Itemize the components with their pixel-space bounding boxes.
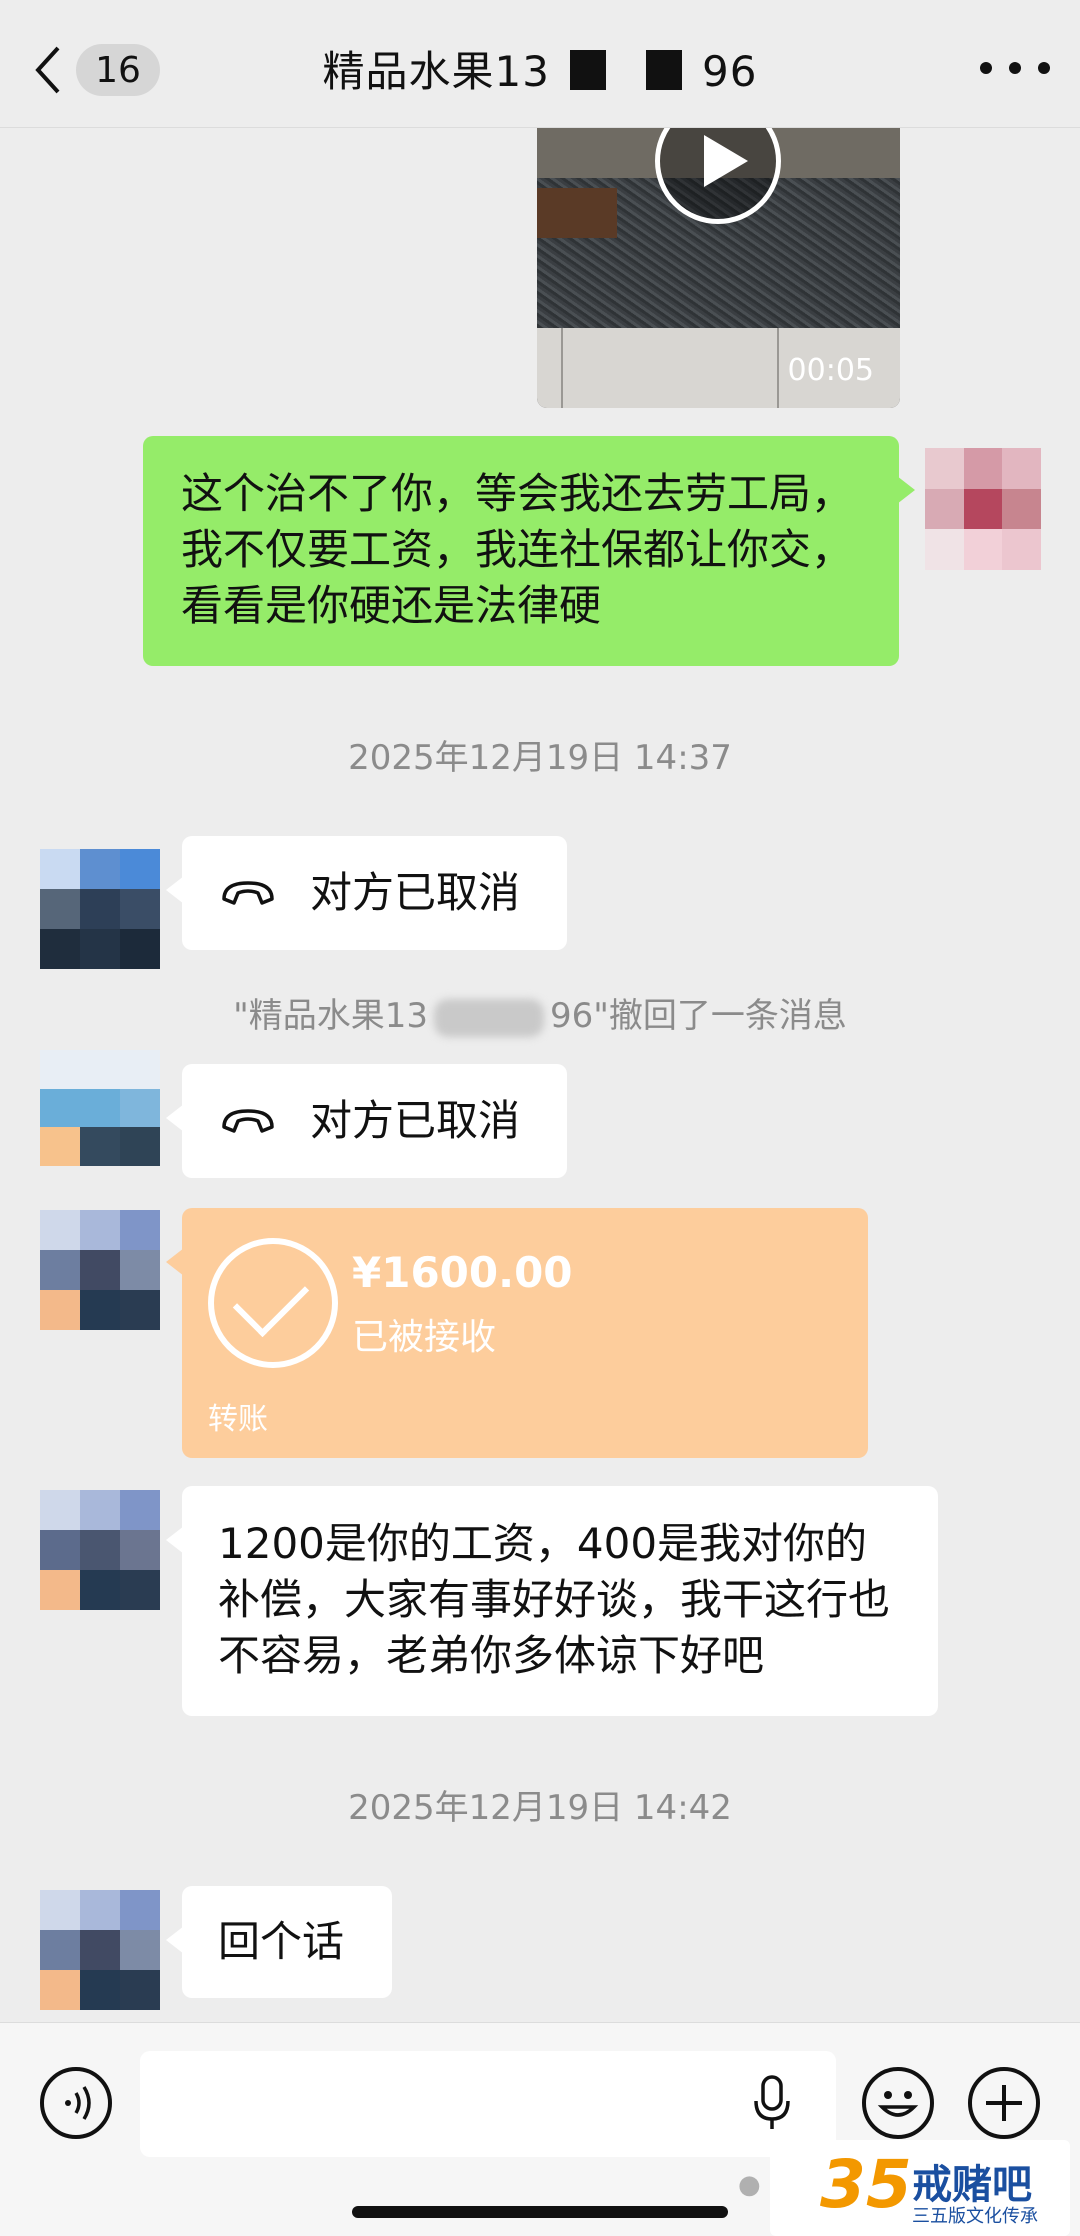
sent-message-bubble[interactable]: 这个治不了你，等会我还去劳工局，我不仅要工资，我连社保都让你交，看看是你硬还是法…: [143, 436, 915, 666]
more-options-button[interactable]: [980, 48, 1050, 88]
contact-avatar[interactable]: [40, 1050, 160, 1166]
blurred-text: [434, 999, 544, 1037]
transfer-amount: ¥1600.00: [352, 1248, 573, 1297]
more-dot: [1038, 62, 1050, 74]
home-indicator[interactable]: [352, 2206, 728, 2218]
smile-icon: [877, 2091, 919, 2117]
chat-title: 精品水果13 96: [0, 38, 1080, 99]
recall-text-left: "精品水果13: [233, 996, 428, 1036]
call-status-text: 对方已取消: [310, 1096, 521, 1145]
contact-avatar[interactable]: [40, 1890, 160, 2010]
transfer-label: 转账: [208, 1402, 268, 1437]
wechat-icon: ●: [738, 2170, 761, 2200]
checkmark-icon: [208, 1238, 338, 1368]
transfer-card[interactable]: ¥1600.00 已被接收 转账: [166, 1208, 868, 1458]
received-message-bubble[interactable]: 1200是你的工资，400是我对你的补偿，大家有事好好谈，我干这行也不容易，老弟…: [166, 1486, 938, 1716]
received-message-bubble[interactable]: 回个话: [166, 1886, 392, 1998]
watermark-number: 35: [820, 2146, 912, 2223]
microphone-icon[interactable]: [752, 2073, 792, 2133]
transfer-status: 已被接收: [352, 1317, 497, 1358]
more-dot: [1009, 62, 1021, 74]
more-dot: [980, 62, 992, 74]
add-more-button[interactable]: [968, 2067, 1040, 2139]
received-message-text: 1200是你的工资，400是我对你的补偿，大家有事好好谈，我干这行也不容易，老弟…: [218, 1519, 891, 1680]
redaction-block: [570, 50, 606, 90]
timestamp: 2025年12月19日 14:42: [348, 1788, 732, 1828]
phone-hangup-icon: [222, 1109, 274, 1133]
my-avatar[interactable]: [925, 448, 1041, 570]
voice-icon: [65, 2086, 91, 2120]
watermark-sub: 三五版文化传承: [912, 2206, 1038, 2227]
contact-avatar[interactable]: [40, 1210, 160, 1330]
voice-mode-button[interactable]: [40, 2067, 112, 2139]
redaction-block: [646, 50, 682, 90]
recall-text-right: 96"撤回了一条消息: [550, 996, 847, 1036]
call-message-bubble[interactable]: 对方已取消: [166, 1064, 567, 1178]
emoji-button[interactable]: [862, 2067, 934, 2139]
timestamp: 2025年12月19日 14:37: [348, 738, 732, 778]
recall-notice: "精品水果13 96"撤回了一条消息: [0, 988, 1080, 1037]
call-status-text: 对方已取消: [310, 868, 521, 917]
phone-hangup-icon: [222, 881, 274, 905]
video-message[interactable]: 00:05: [537, 128, 900, 408]
sent-message-text: 这个治不了你，等会我还去劳工局，我不仅要工资，我连社保都让你交，看看是你硬还是法…: [181, 469, 854, 630]
message-input[interactable]: [140, 2051, 836, 2157]
video-thumbnail-object: [537, 188, 617, 238]
chat-title-right: 96: [702, 47, 758, 96]
contact-avatar[interactable]: [40, 849, 160, 969]
plus-icon: [986, 2085, 1022, 2121]
chat-title-left: 精品水果13: [322, 47, 550, 96]
received-message-text: 回个话: [218, 1917, 345, 1966]
chat-header: 16 精品水果13 96: [0, 0, 1080, 128]
call-message-bubble[interactable]: 对方已取消: [166, 836, 567, 950]
contact-avatar[interactable]: [40, 1490, 160, 1610]
video-duration: 00:05: [787, 353, 874, 388]
watermark-logo: 35 戒赌吧 三五版文化传承: [770, 2140, 1070, 2236]
